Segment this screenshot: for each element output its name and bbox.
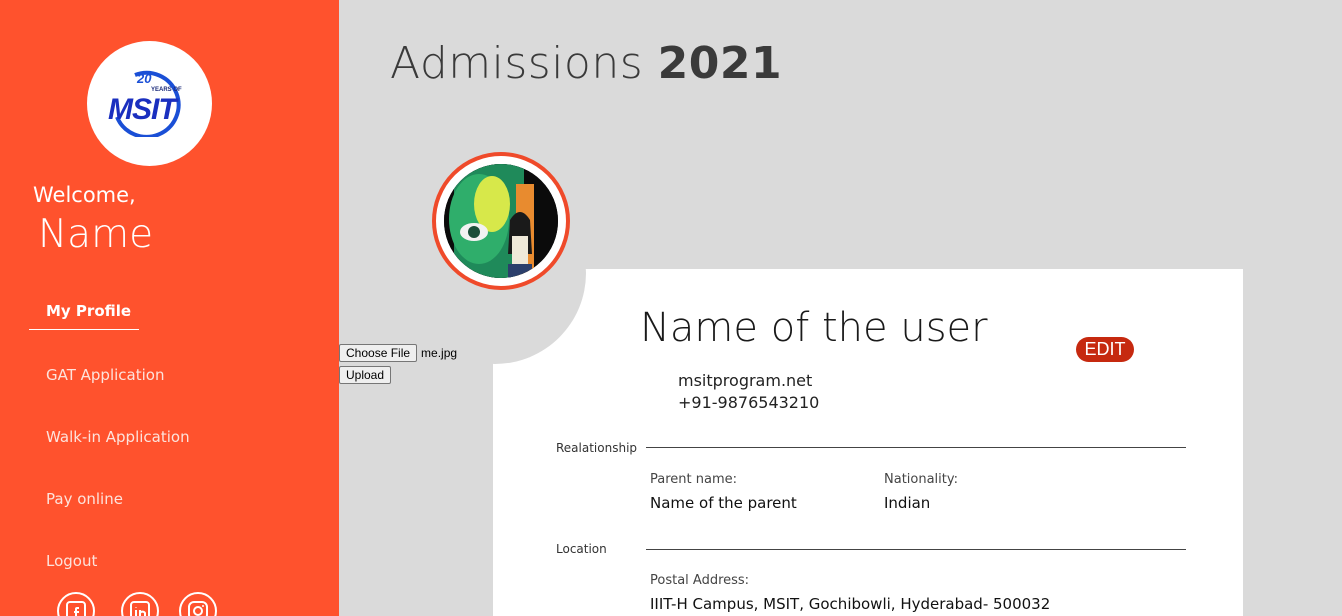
chosen-file-name: me.jpg [421,346,458,360]
page-title-light: Admissions [390,38,658,89]
avatar-image [444,164,558,278]
linkedin-icon-glyph [130,601,150,616]
section-label-location: Location [556,542,607,556]
profile-website: msitprogram.net [678,371,813,390]
file-chooser: Choose File me.jpg [339,344,457,362]
edit-button[interactable]: EDIT [1076,337,1134,362]
instagram-icon[interactable] [179,592,217,616]
parent-name-value: Name of the parent [650,494,797,512]
profile-avatar[interactable] [432,152,570,290]
nav-logout[interactable]: Logout [46,552,97,570]
postal-address-value: IIIT-H Campus, MSIT, Gochibowli, Hyderab… [650,595,1051,613]
msit-logo[interactable]: 20 YEARS OF MSIT [87,41,212,166]
page-title-year: 2021 [657,38,783,89]
msit-logo-icon: 20 YEARS OF MSIT [108,70,182,137]
page-title: Admissions 2021 [390,38,782,89]
welcome-text: Welcome, [33,183,136,207]
linkedin-icon[interactable] [121,592,159,616]
section-label-relationship: Realationship [556,441,638,455]
parent-name-label: Parent name: [650,472,737,487]
nav-active-underline [29,329,139,330]
sidebar: 20 YEARS OF MSIT Welcome, Name My Profil… [0,0,339,616]
facebook-icon[interactable] [57,592,95,616]
svg-text:MSIT: MSIT [108,93,179,126]
nav-walk-in-application[interactable]: Walk-in Application [46,428,190,446]
postal-address-label: Postal Address: [650,573,750,588]
avatar-photo [444,164,558,278]
section-divider-location [646,549,1186,550]
nationality-value: Indian [884,494,931,512]
nav-pay-online[interactable]: Pay online [46,490,123,508]
choose-file-button[interactable]: Choose File [339,344,418,362]
nationality-label: Nationality: [884,472,959,487]
facebook-icon-glyph [66,601,86,616]
svg-text:20: 20 [136,71,152,86]
profile-phone: +91-9876543210 [678,393,820,412]
profile-user-name: Name of the user [640,305,988,351]
nav-my-profile[interactable]: My Profile [46,302,131,320]
upload-button[interactable]: Upload [339,366,392,384]
section-divider-relationship [646,447,1186,448]
nav-gat-application[interactable]: GAT Application [46,366,164,384]
instagram-icon-glyph [188,601,208,616]
welcome-user-name: Name [38,212,154,257]
